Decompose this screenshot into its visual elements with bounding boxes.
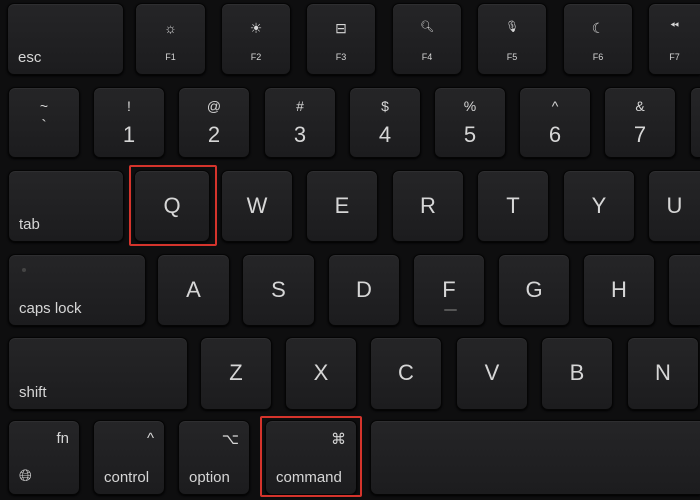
tab-key[interactable]: tab <box>8 170 124 242</box>
search-icon: 🔍︎ <box>420 21 434 33</box>
key-h[interactable]: H <box>583 254 655 326</box>
f6-key[interactable]: ☾ F6 <box>563 3 633 75</box>
fn-key[interactable]: fn 🌐︎ <box>8 420 80 495</box>
key-j[interactable] <box>668 254 700 326</box>
key-b[interactable]: B <box>541 337 613 410</box>
key-e[interactable]: E <box>306 170 378 242</box>
key-f[interactable]: F <box>413 254 485 326</box>
f4-key[interactable]: 🔍︎ F4 <box>392 3 462 75</box>
key-a[interactable]: A <box>157 254 230 326</box>
control-symbol: ^ <box>146 430 154 447</box>
key-7[interactable]: & 7 <box>604 87 676 158</box>
key-r[interactable]: R <box>392 170 464 242</box>
f2-key[interactable]: ☀ F2 <box>221 3 291 75</box>
key-1[interactable]: ! 1 <box>93 87 165 158</box>
globe-icon: 🌐︎ <box>19 468 32 485</box>
home-bump <box>444 309 457 311</box>
key-8[interactable] <box>690 87 700 158</box>
key-d[interactable]: D <box>328 254 400 326</box>
caps-lock-indicator <box>22 268 26 272</box>
f5-key[interactable]: 🎙︎ F5 <box>477 3 547 75</box>
backtick-key[interactable]: ~ ` <box>8 87 80 158</box>
mission-control-icon: ⊟ <box>335 20 347 36</box>
key-n[interactable]: N <box>627 337 699 410</box>
key-3[interactable]: #3 <box>264 87 336 158</box>
key-2[interactable]: @2 <box>178 87 250 158</box>
rewind-icon: ⏪︎ <box>670 20 679 32</box>
f7-key[interactable]: ⏪︎ F7 <box>648 3 700 75</box>
highlight-command-key <box>260 416 362 497</box>
f3-key[interactable]: ⊟ F3 <box>306 3 376 75</box>
key-w[interactable]: W <box>221 170 293 242</box>
control-key[interactable]: ^ control <box>93 420 165 495</box>
key-c[interactable]: C <box>370 337 442 410</box>
key-4[interactable]: $4 <box>349 87 421 158</box>
key-z[interactable]: Z <box>200 337 272 410</box>
space-bar[interactable] <box>370 420 700 495</box>
key-s[interactable]: S <box>242 254 315 326</box>
microphone-icon: 🎙︎ <box>505 21 519 33</box>
key-5[interactable]: % 5 <box>434 87 506 158</box>
key-u[interactable]: U <box>648 170 700 242</box>
f1-key[interactable]: ☼ F1 <box>135 3 206 75</box>
brightness-up-icon: ☀ <box>249 20 263 36</box>
esc-key[interactable]: esc <box>7 3 124 75</box>
brightness-down-icon: ☼ <box>164 20 177 36</box>
option-key[interactable]: ⌥ option <box>178 420 250 495</box>
moon-icon: ☾ <box>591 20 605 36</box>
highlight-q-key <box>129 165 217 246</box>
caps-lock-key[interactable]: caps lock <box>8 254 146 326</box>
key-6[interactable]: ^ 6 <box>519 87 591 158</box>
shift-key[interactable]: shift <box>8 337 188 410</box>
key-y[interactable]: Y <box>563 170 635 242</box>
option-symbol: ⌥ <box>221 431 239 448</box>
key-v[interactable]: V <box>456 337 528 410</box>
key-g[interactable]: G <box>498 254 570 326</box>
key-t[interactable]: T <box>477 170 549 242</box>
key-x[interactable]: X <box>285 337 357 410</box>
